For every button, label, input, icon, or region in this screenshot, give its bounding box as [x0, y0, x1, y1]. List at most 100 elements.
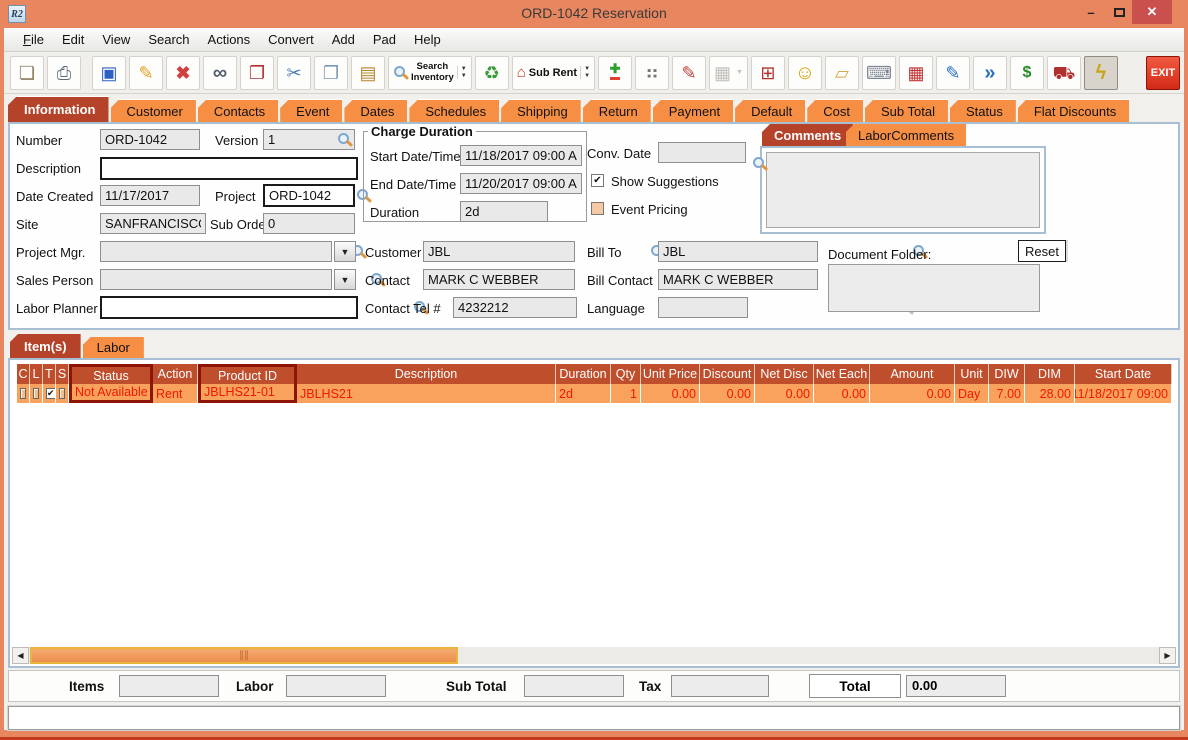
- transfer-button[interactable]: ❐: [240, 55, 274, 90]
- contact-field[interactable]: [423, 269, 575, 290]
- event-pricing-checkbox[interactable]: [591, 202, 604, 215]
- bill-to-field[interactable]: [658, 241, 818, 262]
- save-button[interactable]: ▣: [92, 55, 126, 90]
- col-header-dim[interactable]: DIM: [1025, 364, 1075, 384]
- comments-textarea[interactable]: [766, 152, 1040, 228]
- col-header-diw[interactable]: DIW: [989, 364, 1025, 384]
- contact-tel-field[interactable]: [453, 297, 577, 318]
- menu-view[interactable]: View: [93, 30, 139, 49]
- cell-dim[interactable]: 28.00: [1025, 384, 1075, 403]
- show-suggestions-checkbox[interactable]: ✔: [591, 174, 604, 187]
- cut-button[interactable]: ✂: [277, 55, 311, 90]
- exit-button[interactable]: EXIT: [1145, 55, 1180, 90]
- maximize-button[interactable]: [1106, 0, 1132, 24]
- tab-flat-discounts[interactable]: Flat Discounts: [1017, 99, 1130, 122]
- comments-lookup-icon[interactable]: [752, 156, 767, 171]
- l-checkbox[interactable]: [33, 388, 39, 399]
- s-checkbox[interactable]: [59, 388, 65, 399]
- bill-contact-field[interactable]: [658, 269, 818, 290]
- cell-c[interactable]: [17, 384, 30, 403]
- col-header-s[interactable]: S: [56, 364, 69, 384]
- tab-default[interactable]: Default: [735, 99, 806, 122]
- form-edit-button[interactable]: ✎: [935, 55, 970, 90]
- cell-action[interactable]: Rent: [153, 384, 198, 403]
- duration-field[interactable]: [460, 201, 548, 222]
- scroll-right-arrow[interactable]: ▶: [1159, 647, 1176, 664]
- cell-status[interactable]: Not Available: [69, 384, 153, 403]
- customer-field[interactable]: [423, 241, 575, 262]
- sub-rent-button[interactable]: ⌂ Sub Rent ▼ ▼: [511, 55, 596, 90]
- tab-cost[interactable]: Cost: [807, 99, 863, 122]
- number-field[interactable]: [100, 129, 200, 150]
- paste-button[interactable]: ▤: [351, 55, 385, 90]
- col-header-qty[interactable]: Qty: [611, 364, 641, 384]
- tax-field[interactable]: [671, 675, 769, 697]
- cell-unit-price[interactable]: 0.00: [641, 384, 700, 403]
- col-header-unit-price[interactable]: Unit Price: [641, 364, 700, 384]
- tab-information[interactable]: Information: [8, 96, 109, 122]
- col-header-discount[interactable]: Discount: [700, 364, 755, 384]
- tab-labor[interactable]: Labor: [82, 337, 144, 358]
- billing-button[interactable]: $: [1009, 55, 1044, 90]
- cell-description[interactable]: JBLHS21: [297, 384, 556, 403]
- cell-duration[interactable]: 2d: [556, 384, 611, 403]
- notes-button[interactable]: ✎: [672, 55, 707, 90]
- delete-button[interactable]: ✖: [166, 55, 200, 90]
- feedback-button[interactable]: ☺: [787, 55, 822, 90]
- copy-button[interactable]: ❐: [314, 55, 348, 90]
- edit-button[interactable]: ✎: [129, 55, 163, 90]
- delivery-button[interactable]: ⛟: [1046, 55, 1081, 90]
- tab-event[interactable]: Event: [280, 99, 343, 122]
- find-button[interactable]: ∞: [203, 55, 237, 90]
- calendar-button[interactable]: ▦ ▼: [709, 55, 748, 90]
- col-header-c[interactable]: C: [17, 364, 30, 384]
- menu-edit[interactable]: Edit: [53, 30, 93, 49]
- tab-return[interactable]: Return: [582, 99, 651, 122]
- menu-add[interactable]: Add: [323, 30, 364, 49]
- col-header-unit[interactable]: Unit: [955, 364, 989, 384]
- cell-net-disc[interactable]: 0.00: [755, 384, 814, 403]
- item-row[interactable]: ✔ Not Available Rent JBLHS21-01 JBLHS21 …: [17, 384, 1172, 403]
- col-header-start-date[interactable]: Start Date: [1075, 364, 1172, 384]
- tab-comments[interactable]: Comments: [762, 124, 854, 146]
- tab-labor-comments[interactable]: LaborComments: [846, 124, 967, 146]
- col-header-action[interactable]: Action: [153, 364, 198, 384]
- menu-help[interactable]: Help: [405, 30, 450, 49]
- keyboard-button[interactable]: ⌨: [861, 55, 896, 90]
- end-date-field[interactable]: [460, 173, 582, 194]
- menu-actions[interactable]: Actions: [199, 30, 260, 49]
- inventory-blocks-button[interactable]: ▦: [898, 55, 933, 90]
- cell-discount[interactable]: 0.00: [700, 384, 755, 403]
- col-header-net-disc[interactable]: Net Disc: [755, 364, 814, 384]
- sub-orders-field[interactable]: [263, 213, 355, 234]
- c-checkbox[interactable]: [20, 388, 26, 399]
- t-checkbox[interactable]: ✔: [46, 388, 55, 399]
- document-folder-box[interactable]: [828, 264, 1040, 312]
- search-inventory-button[interactable]: Search Inventory ▼ ▼: [388, 55, 472, 90]
- cell-l[interactable]: [30, 384, 43, 403]
- cell-s[interactable]: [56, 384, 69, 403]
- cell-start-date[interactable]: 11/18/2017 09:00: [1075, 384, 1172, 403]
- version-lookup-icon[interactable]: [337, 132, 352, 147]
- convert-button[interactable]: ♻: [474, 55, 509, 90]
- new-order-button[interactable]: ❏: [10, 55, 44, 90]
- col-header-net-each[interactable]: Net Each: [814, 364, 870, 384]
- col-header-status[interactable]: Status: [69, 364, 153, 384]
- labor-planner-field[interactable]: [100, 296, 358, 319]
- tab-payment[interactable]: Payment: [652, 99, 734, 122]
- menu-search[interactable]: Search: [139, 30, 198, 49]
- date-created-field[interactable]: [100, 185, 200, 206]
- col-header-amount[interactable]: Amount: [870, 364, 955, 384]
- col-header-description[interactable]: Description: [297, 364, 556, 384]
- send-forward-button[interactable]: »: [972, 55, 1007, 90]
- cell-product-id[interactable]: JBLHS21-01: [198, 384, 297, 403]
- tab-shipping[interactable]: Shipping: [501, 99, 581, 122]
- language-field[interactable]: [658, 297, 748, 318]
- col-header-product-id[interactable]: Product ID: [198, 364, 297, 384]
- cell-unit[interactable]: Day: [955, 384, 989, 403]
- reset-button[interactable]: Reset: [1018, 240, 1066, 262]
- menu-convert[interactable]: Convert: [259, 30, 323, 49]
- site-field[interactable]: [100, 213, 206, 234]
- start-date-field[interactable]: [460, 145, 582, 166]
- availability-button[interactable]: ⠶: [635, 55, 670, 90]
